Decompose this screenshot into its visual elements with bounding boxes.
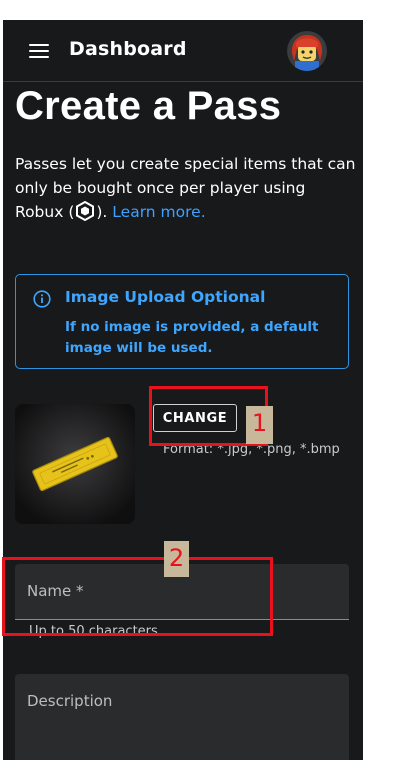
learn-more-link[interactable]: Learn more.: [112, 203, 205, 221]
user-avatar[interactable]: [287, 31, 327, 71]
app-panel: Dashboard Create a Pass Passes let you c…: [3, 20, 363, 760]
intro-paragraph: Passes let you create special items that…: [15, 152, 357, 224]
alert-body: If no image is provided, a default image…: [65, 319, 319, 356]
change-image-button[interactable]: CHANGE: [153, 404, 237, 432]
hamburger-menu-icon[interactable]: [29, 43, 49, 59]
name-helper-text: Up to 50 characters: [29, 624, 158, 639]
alert-title: Image Upload Optional: [65, 288, 266, 306]
info-icon: [33, 290, 51, 308]
description-input[interactable]: Description: [15, 674, 349, 760]
info-alert: Image Upload Optional If no image is pro…: [15, 274, 349, 369]
description-input-label: Description: [27, 692, 113, 710]
pass-ticket-icon: [15, 404, 135, 524]
annotation-label-1: 1: [246, 406, 273, 444]
robux-icon: [76, 201, 95, 221]
page-title: Create a Pass: [15, 84, 282, 128]
annotation-label-2: 2: [164, 541, 189, 577]
top-bar: Dashboard: [3, 20, 363, 82]
intro-text-end: ).: [96, 203, 108, 221]
name-input-label: Name *: [27, 582, 84, 600]
pass-image-preview: [15, 404, 135, 524]
header-title: Dashboard: [69, 38, 187, 60]
